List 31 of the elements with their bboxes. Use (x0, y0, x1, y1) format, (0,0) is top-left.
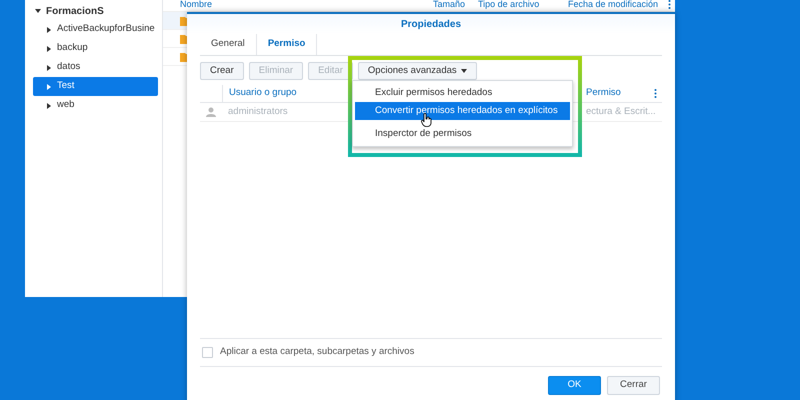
hand-cursor-icon (421, 113, 432, 127)
caret-right-icon[interactable] (46, 64, 52, 70)
tree-item[interactable]: ActiveBackupforBusine (33, 20, 158, 39)
dropdown-button[interactable]: Opciones avanzadas (358, 62, 477, 80)
tree-item[interactable]: web (33, 96, 158, 115)
checkbox-label: Aplicar a esta carpeta, subcarpetas y archivos (220, 345, 414, 360)
column-menu-icon[interactable] (668, 0, 671, 9)
column-header[interactable]: Nombre (163, 0, 433, 12)
menu-item[interactable]: Convertir permisos heredados en explícitos (355, 102, 570, 120)
caret-down-icon[interactable] (35, 8, 41, 14)
caret-right-icon[interactable] (46, 46, 52, 52)
tab[interactable]: General (200, 34, 257, 55)
column-header[interactable]: Tipo de archivo (478, 0, 568, 12)
menu-item[interactable]: Excluir permisos heredados (355, 84, 570, 102)
column-menu-icon[interactable] (654, 89, 657, 98)
caret-down-icon[interactable] (460, 68, 467, 74)
user-icon (206, 107, 216, 117)
tree-item[interactable]: datos (33, 58, 158, 77)
caret-right-icon[interactable] (46, 26, 52, 32)
checkbox[interactable] (202, 347, 213, 358)
column-header[interactable]: Fecha de modificación (568, 0, 668, 12)
close-button[interactable]: Cerrar (607, 376, 660, 395)
menu-item[interactable]: Insperctor de permisos (355, 125, 570, 143)
toolbar-button[interactable]: Crear (200, 62, 244, 80)
tree-item[interactable]: Test (33, 77, 158, 96)
tab[interactable]: Permiso (256, 34, 318, 55)
caret-right-icon[interactable] (46, 102, 52, 108)
tree-item[interactable]: FormacionS (46, 4, 104, 18)
window-title: Propiedades (400, 18, 462, 32)
column-header[interactable]: Tamaño (433, 0, 478, 12)
tree-item[interactable]: backup (33, 39, 158, 58)
